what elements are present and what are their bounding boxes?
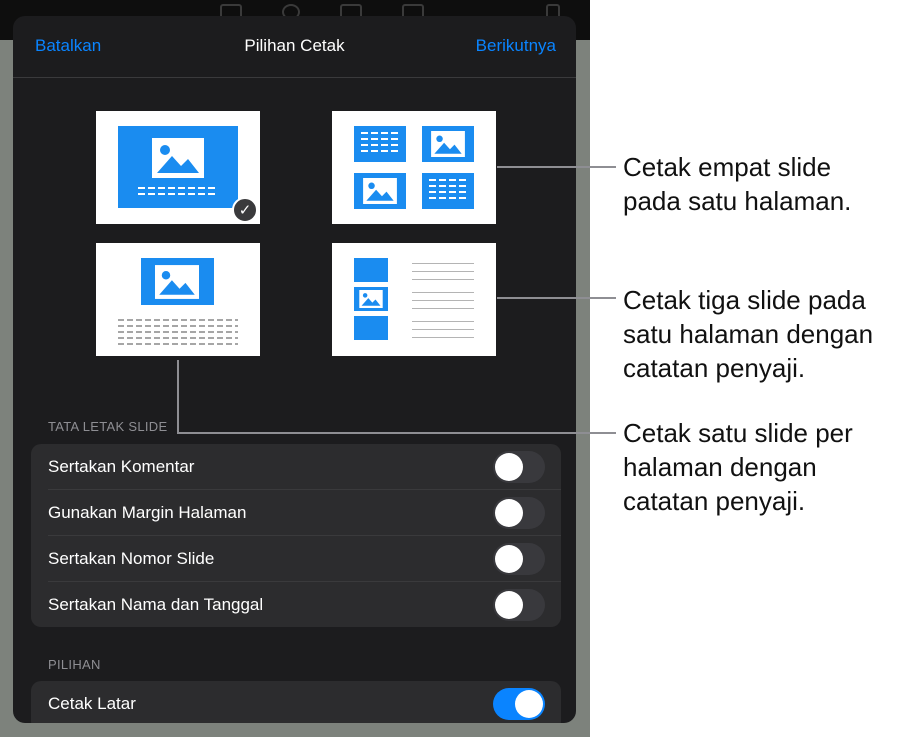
callout-four-slides: Cetak empat slide pada satu halaman. bbox=[623, 150, 851, 218]
print-options-sheet: Batalkan Pilihan Cetak Berikutnya ✓ TATA… bbox=[13, 16, 576, 723]
callout-three-slides-notes: Cetak tiga slide pada satu halaman denga… bbox=[623, 283, 873, 385]
toggle-knob bbox=[495, 545, 523, 573]
callout-line: halaman dengan bbox=[623, 452, 817, 482]
settings-row-print-background[interactable]: Cetak Latar bbox=[31, 681, 561, 723]
notes-line bbox=[412, 271, 474, 272]
slide-numbers-toggle[interactable] bbox=[493, 543, 545, 575]
page-margins-toggle[interactable] bbox=[493, 497, 545, 529]
text-line bbox=[429, 179, 467, 181]
notes-line bbox=[412, 279, 474, 280]
slide-preview bbox=[354, 126, 406, 162]
layout-option-single-slide-notes[interactable] bbox=[96, 243, 260, 356]
print-background-toggle[interactable] bbox=[493, 688, 545, 720]
slide-layout-settings: Sertakan Komentar Gunakan Margin Halaman… bbox=[31, 444, 561, 627]
callout-line: catatan penyaji. bbox=[623, 486, 806, 516]
toggle-knob bbox=[515, 690, 543, 718]
row-label: Sertakan Nomor Slide bbox=[48, 549, 215, 568]
image-placeholder-icon bbox=[363, 178, 397, 204]
text-line bbox=[138, 193, 218, 195]
slide-preview bbox=[354, 173, 406, 209]
notes-line bbox=[118, 337, 238, 339]
row-label: Cetak Latar bbox=[48, 694, 136, 713]
notes-line bbox=[412, 292, 474, 293]
image-placeholder-icon bbox=[359, 290, 383, 308]
slide-preview bbox=[354, 287, 388, 311]
navigation-bar: Batalkan Pilihan Cetak Berikutnya bbox=[13, 16, 576, 78]
callout-single-slide-notes: Cetak satu slide per halaman dengan cata… bbox=[623, 416, 853, 518]
layout-option-four-slides[interactable] bbox=[332, 111, 496, 224]
slide-preview bbox=[141, 258, 214, 305]
notes-line bbox=[412, 308, 474, 309]
notes-line bbox=[118, 331, 238, 333]
image-placeholder-icon bbox=[152, 138, 204, 178]
callout-line: pada satu halaman. bbox=[623, 186, 852, 216]
notes-line bbox=[412, 300, 474, 301]
notes-line bbox=[412, 263, 474, 264]
text-line bbox=[361, 138, 399, 140]
next-button[interactable]: Berikutnya bbox=[476, 36, 556, 56]
text-line bbox=[429, 191, 467, 193]
row-label: Gunakan Margin Halaman bbox=[48, 503, 247, 522]
options-settings: Cetak Latar bbox=[31, 681, 561, 723]
callout-line: catatan penyaji. bbox=[623, 353, 806, 383]
notes-line bbox=[118, 319, 238, 321]
settings-row-slide-numbers[interactable]: Sertakan Nomor Slide bbox=[31, 536, 561, 582]
toggle-knob bbox=[495, 591, 523, 619]
notes-line bbox=[412, 337, 474, 338]
row-label: Sertakan Komentar bbox=[48, 457, 195, 476]
image-placeholder-icon bbox=[155, 265, 199, 299]
name-date-toggle[interactable] bbox=[493, 589, 545, 621]
callout-line: Cetak empat slide bbox=[623, 152, 832, 182]
toggle-knob bbox=[495, 453, 523, 481]
callout-line: Cetak tiga slide pada bbox=[623, 285, 866, 315]
text-line bbox=[361, 144, 399, 146]
settings-row-name-date[interactable]: Sertakan Nama dan Tanggal bbox=[31, 582, 561, 628]
text-line bbox=[429, 197, 467, 199]
notes-line bbox=[412, 321, 474, 322]
slide-preview bbox=[422, 126, 474, 162]
text-line bbox=[138, 187, 218, 189]
slide-preview bbox=[354, 258, 388, 282]
settings-row-page-margins[interactable]: Gunakan Margin Halaman bbox=[31, 490, 561, 536]
checkmark-icon: ✓ bbox=[232, 197, 258, 223]
slide-preview bbox=[118, 126, 238, 208]
toggle-knob bbox=[495, 499, 523, 527]
callout-line: satu halaman dengan bbox=[623, 319, 874, 349]
slide-preview bbox=[354, 316, 388, 340]
section-header-options: PILIHAN bbox=[48, 657, 101, 672]
notes-line bbox=[118, 343, 238, 345]
settings-row-include-comments[interactable]: Sertakan Komentar bbox=[31, 444, 561, 490]
notes-line bbox=[118, 325, 238, 327]
layout-option-three-slides-notes[interactable] bbox=[332, 243, 496, 356]
row-label: Sertakan Nama dan Tanggal bbox=[48, 595, 264, 614]
slide-preview bbox=[422, 173, 474, 209]
callout-line: Cetak satu slide per bbox=[623, 418, 853, 448]
text-line bbox=[361, 132, 399, 134]
notes-line bbox=[412, 329, 474, 330]
text-line bbox=[429, 185, 467, 187]
image-placeholder-icon bbox=[431, 131, 465, 157]
section-header-slide-layout: TATA LETAK SLIDE bbox=[48, 419, 168, 434]
include-comments-toggle[interactable] bbox=[493, 451, 545, 483]
text-line bbox=[361, 150, 399, 152]
